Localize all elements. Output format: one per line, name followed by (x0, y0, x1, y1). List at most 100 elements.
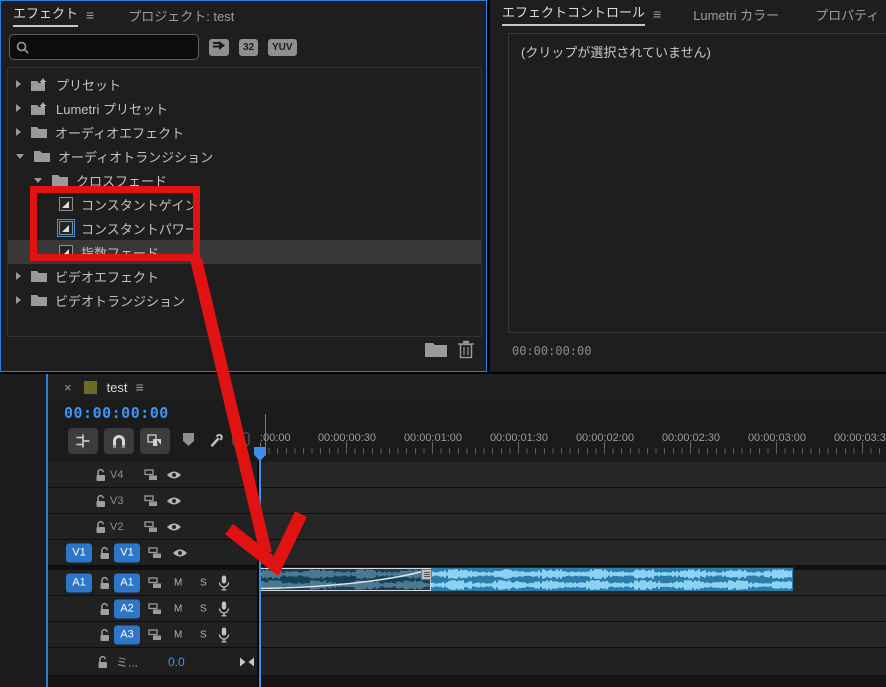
effects-search-box[interactable] (9, 34, 199, 60)
tree-item-presets[interactable]: プリセット (8, 72, 481, 96)
chevron-down-icon[interactable] (34, 178, 42, 183)
track-header-v2[interactable]: V2 (48, 514, 257, 540)
track-target-a3-badge[interactable]: A3 (114, 625, 140, 644)
track-header-a2[interactable]: A2 M S (48, 596, 257, 622)
mute-button[interactable]: M (174, 603, 182, 614)
tree-item-exponential-fade[interactable]: 指数フェード (8, 240, 481, 264)
solo-button[interactable]: S (200, 629, 207, 640)
eye-icon[interactable] (166, 495, 182, 506)
track-target-a2-badge[interactable]: A2 (114, 599, 140, 618)
track-target-v1-badge[interactable]: V1 (114, 543, 140, 562)
lock-icon[interactable] (94, 520, 107, 534)
tree-item-video-effects[interactable]: ビデオエフェクト (8, 264, 481, 288)
chevron-right-icon[interactable] (16, 128, 21, 136)
tab-properties[interactable]: プロパティ (815, 5, 879, 24)
playhead-timecode[interactable]: 00:00:00:00 (64, 404, 169, 422)
source-patch-v1-badge[interactable]: V1 (66, 543, 92, 562)
playhead-line[interactable] (259, 459, 261, 687)
accelerated-effects-filter-badge[interactable] (209, 39, 229, 56)
lock-icon[interactable] (94, 494, 107, 508)
sync-lock-icon[interactable] (144, 469, 158, 481)
master-track-header[interactable]: ミ... 0.0 (48, 648, 257, 676)
folder-icon (31, 270, 47, 282)
tree-item-constant-gain[interactable]: コンスタントゲイン (8, 192, 481, 216)
chevron-down-icon[interactable] (16, 154, 24, 159)
snap-toggle-button[interactable] (104, 428, 134, 454)
chevron-right-icon[interactable] (16, 272, 21, 280)
close-sequence-icon[interactable]: × (64, 380, 72, 395)
tab-effects[interactable]: エフェクト (13, 3, 78, 27)
track-content-a2[interactable] (259, 596, 886, 622)
effect-controls-panel-menu-icon[interactable]: ≡ (653, 6, 661, 22)
tree-item-label: ビデオトランジション (55, 291, 185, 310)
track-content-v3[interactable] (259, 488, 886, 514)
sync-lock-icon[interactable] (144, 495, 158, 507)
track-content-v4[interactable] (259, 462, 886, 488)
solo-button[interactable]: S (200, 577, 207, 588)
eye-icon[interactable] (172, 547, 188, 558)
track-header-a3[interactable]: A3 M S (48, 622, 257, 648)
sync-lock-icon[interactable] (148, 629, 162, 641)
chevron-right-icon[interactable] (16, 104, 21, 112)
search-input[interactable] (35, 39, 189, 55)
track-content-v1[interactable] (259, 540, 886, 566)
track-target-a1-badge[interactable]: A1 (114, 573, 140, 592)
tab-lumetri-color[interactable]: Lumetri カラー (693, 5, 779, 24)
timeline-panel-menu-icon[interactable]: ≡ (136, 379, 144, 395)
lock-icon[interactable] (96, 655, 109, 669)
playhead-stem[interactable] (265, 414, 266, 447)
lock-icon[interactable] (98, 546, 111, 560)
sync-lock-icon[interactable] (148, 603, 162, 615)
effects-tree: プリセット Lumetri プリセット オーディオエフェクト オーディオトランジ… (7, 67, 482, 337)
linked-selection-toggle-button[interactable] (140, 428, 170, 454)
track-header-v1[interactable]: V1 V1 (48, 540, 257, 566)
master-gain-value[interactable]: 0.0 (168, 655, 185, 669)
track-content-a3[interactable] (259, 622, 886, 648)
voiceover-record-mic-icon[interactable] (218, 575, 230, 591)
source-patch-a1-badge[interactable]: A1 (66, 573, 92, 592)
lock-icon[interactable] (98, 602, 111, 616)
chevron-right-icon[interactable] (16, 80, 21, 88)
chevron-right-icon[interactable] (16, 296, 21, 304)
transition-edit-handle[interactable] (421, 569, 432, 580)
tree-item-constant-power[interactable]: コンスタントパワー (8, 216, 481, 240)
tree-item-lumetri-presets[interactable]: Lumetri プリセット (8, 96, 481, 120)
track-header-a1[interactable]: A1 A1 M S (48, 570, 257, 596)
delete-custom-item-button[interactable] (458, 340, 474, 359)
lock-icon[interactable] (98, 628, 111, 642)
voiceover-record-mic-icon[interactable] (218, 627, 230, 643)
new-custom-bin-button[interactable] (425, 341, 447, 357)
track-header-v3[interactable]: V3 (48, 488, 257, 514)
lock-icon[interactable] (98, 576, 111, 590)
eye-icon[interactable] (166, 521, 182, 532)
sync-lock-icon[interactable] (148, 577, 162, 589)
voiceover-record-mic-icon[interactable] (218, 601, 230, 617)
track-content-v2[interactable] (259, 514, 886, 540)
insert-overwrite-nest-toggle-button[interactable] (68, 428, 98, 454)
tree-item-video-transitions[interactable]: ビデオトランジション (8, 288, 481, 312)
yuv-effects-filter-badge[interactable]: YUV (268, 39, 297, 56)
captions-icon[interactable] (232, 432, 250, 446)
tree-item-audio-effects[interactable]: オーディオエフェクト (8, 120, 481, 144)
time-ruler-minor-ticks[interactable] (260, 448, 886, 454)
tree-item-crossfade[interactable]: クロスフェード (8, 168, 481, 192)
add-marker-button[interactable] (182, 432, 195, 447)
timeline-settings-wrench-icon[interactable] (206, 432, 226, 450)
sync-lock-icon[interactable] (144, 521, 158, 533)
lock-icon[interactable] (94, 468, 107, 482)
tab-project[interactable]: プロジェクト: test (128, 6, 234, 25)
eye-icon[interactable] (166, 469, 182, 480)
track-header-v4[interactable]: V4 (48, 462, 257, 488)
sync-lock-icon[interactable] (148, 547, 162, 559)
mute-button[interactable]: M (174, 629, 182, 640)
mute-button[interactable]: M (174, 577, 182, 588)
keyframe-navigator-icon[interactable] (240, 657, 254, 666)
audio-clip-a1[interactable] (260, 568, 793, 591)
solo-button[interactable]: S (200, 603, 207, 614)
tab-effect-controls[interactable]: エフェクトコントロール (502, 2, 645, 26)
master-track-content[interactable] (259, 648, 886, 676)
tree-item-audio-transitions[interactable]: オーディオトランジション (8, 144, 481, 168)
32bit-effects-filter-badge[interactable]: 32 (239, 39, 258, 56)
effects-panel-menu-icon[interactable]: ≡ (86, 7, 94, 23)
sequence-tab-label[interactable]: test (107, 380, 128, 395)
